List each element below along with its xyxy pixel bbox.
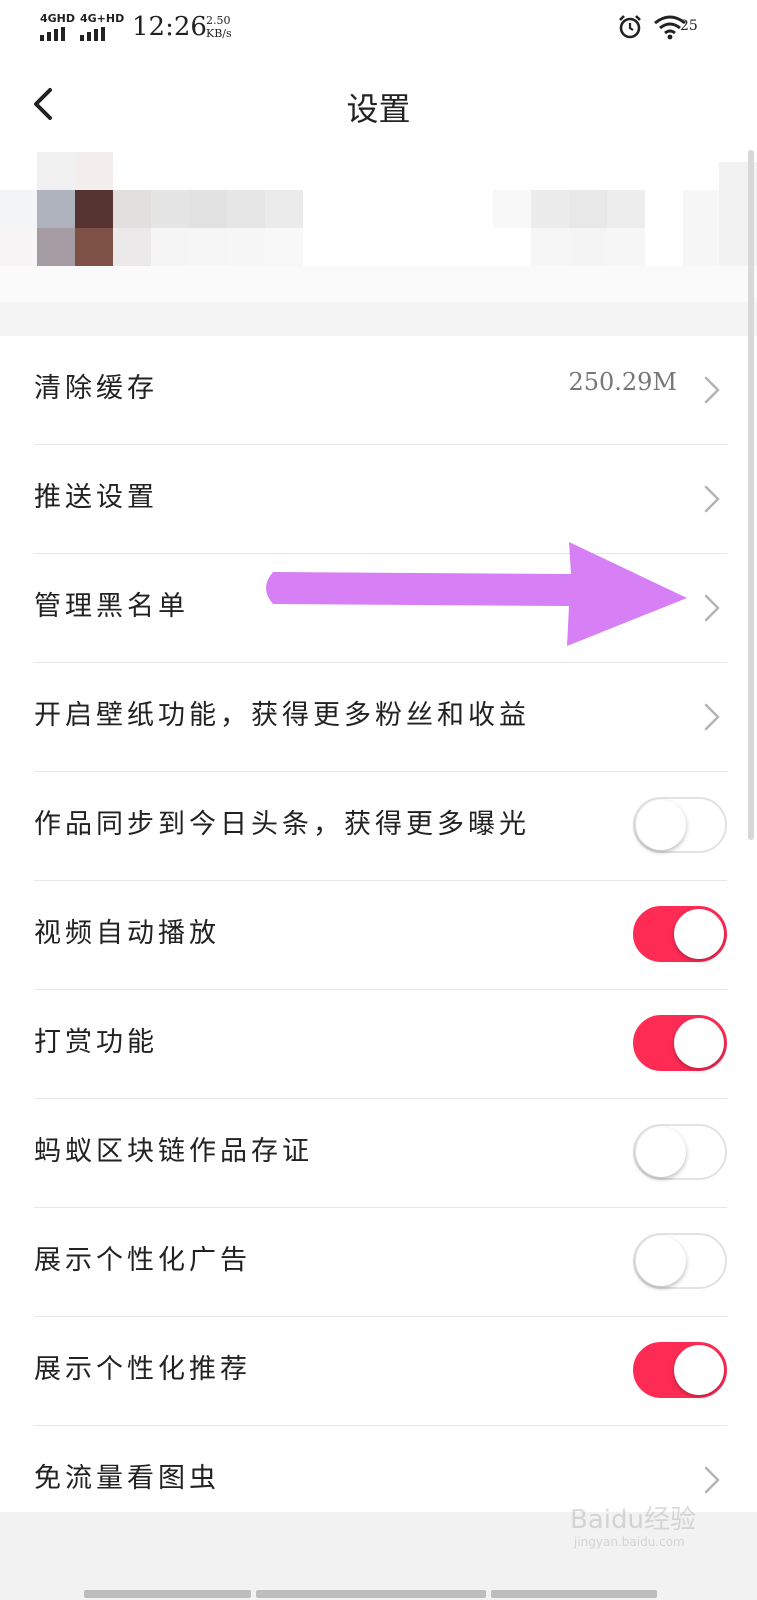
nav-bar-segment	[84, 1590, 251, 1598]
setting-row-autoplay-video[interactable]: 视频自动播放	[34, 881, 727, 990]
toggle-switch[interactable]	[633, 797, 727, 853]
setting-label: 免流量看图虫	[34, 1463, 220, 1494]
toggle-knob	[636, 1127, 686, 1177]
setting-row-sync-toutiao[interactable]: 作品同步到今日头条，获得更多曝光	[34, 772, 727, 881]
chevron-right-icon	[704, 703, 720, 731]
setting-label: 开启壁纸功能，获得更多粉丝和收益	[34, 700, 530, 731]
toggle-knob	[674, 1018, 724, 1068]
toggle-switch[interactable]	[633, 1233, 727, 1289]
toggle-knob	[674, 909, 724, 959]
alarm-clock-icon	[619, 15, 641, 39]
cache-size-value: 250.29M	[568, 368, 677, 396]
settings-list: 清除缓存 250.29M 推送设置管理黑名单开启壁纸功能，获得更多粉丝和收益 作品同步…	[0, 336, 757, 1534]
setting-label: 蚂蚁区块链作品存证	[34, 1136, 313, 1167]
network-speed-unit: KB/s	[206, 27, 232, 40]
chevron-right-icon	[704, 376, 720, 404]
signal-label-sim2: 4G+HD	[80, 12, 125, 25]
setting-label: 推送设置	[34, 482, 158, 513]
toggle-switch[interactable]	[633, 1015, 727, 1071]
profile-card[interactable]	[0, 152, 757, 302]
nav-bar-segment	[256, 1590, 486, 1598]
setting-label: 清除缓存	[34, 373, 158, 404]
toggle-switch[interactable]	[633, 906, 727, 962]
signal-bars-icon	[80, 27, 124, 41]
signal-strength-sim2: 4G+HD	[80, 12, 124, 41]
setting-row-tipping-feature[interactable]: 打赏功能	[34, 990, 727, 1099]
annotation-arrow	[266, 542, 687, 646]
baidu-jingyan-watermark: Baidu经验 jingyan.baidu.com	[570, 1505, 696, 1549]
setting-label: 管理黑名单	[34, 591, 189, 622]
chevron-right-icon	[704, 594, 720, 622]
setting-label: 视频自动播放	[34, 918, 220, 949]
signal-strength-sim1: 4GHD	[40, 12, 75, 41]
network-speed-value: 2.50	[206, 14, 231, 27]
signal-label-sim1: 4GHD	[40, 12, 76, 25]
section-divider	[0, 302, 757, 336]
setting-row-ant-blockchain[interactable]: 蚂蚁区块链作品存证	[34, 1099, 727, 1208]
setting-label: 打赏功能	[34, 1027, 158, 1058]
toggle-knob	[636, 1236, 686, 1286]
toggle-switch[interactable]	[633, 1124, 727, 1180]
watermark-subtext: jingyan.baidu.com	[573, 1535, 685, 1549]
setting-label: 展示个性化广告	[34, 1245, 251, 1276]
nav-bar-segment	[491, 1590, 657, 1598]
toggle-switch[interactable]	[633, 1342, 727, 1398]
status-bar: 4GHD 4G+HD 12:26 2.50 KB/s 25	[0, 0, 757, 56]
setting-label: 作品同步到今日头条，获得更多曝光	[34, 809, 530, 840]
clock: 12:26	[132, 12, 207, 42]
setting-label: 展示个性化推荐	[34, 1354, 251, 1385]
chevron-right-icon	[704, 485, 720, 513]
signal-bars-icon	[40, 27, 75, 41]
setting-row-personalized-recommend[interactable]: 展示个性化推荐	[34, 1317, 727, 1426]
battery-level: 25	[680, 18, 698, 34]
toggle-knob	[674, 1345, 724, 1395]
status-icons	[617, 14, 687, 40]
network-speed: 2.50 KB/s	[206, 14, 232, 40]
setting-row-wallpaper-feature[interactable]: 开启壁纸功能，获得更多粉丝和收益	[34, 663, 727, 772]
setting-row-clear-cache[interactable]: 清除缓存 250.29M	[34, 336, 727, 445]
page-header: 设置	[0, 56, 757, 152]
toggle-knob	[636, 800, 686, 850]
setting-row-personalized-ads[interactable]: 展示个性化广告	[34, 1208, 727, 1317]
page-title: 设置	[346, 90, 411, 128]
watermark-text: Baidu经验	[570, 1505, 696, 1535]
